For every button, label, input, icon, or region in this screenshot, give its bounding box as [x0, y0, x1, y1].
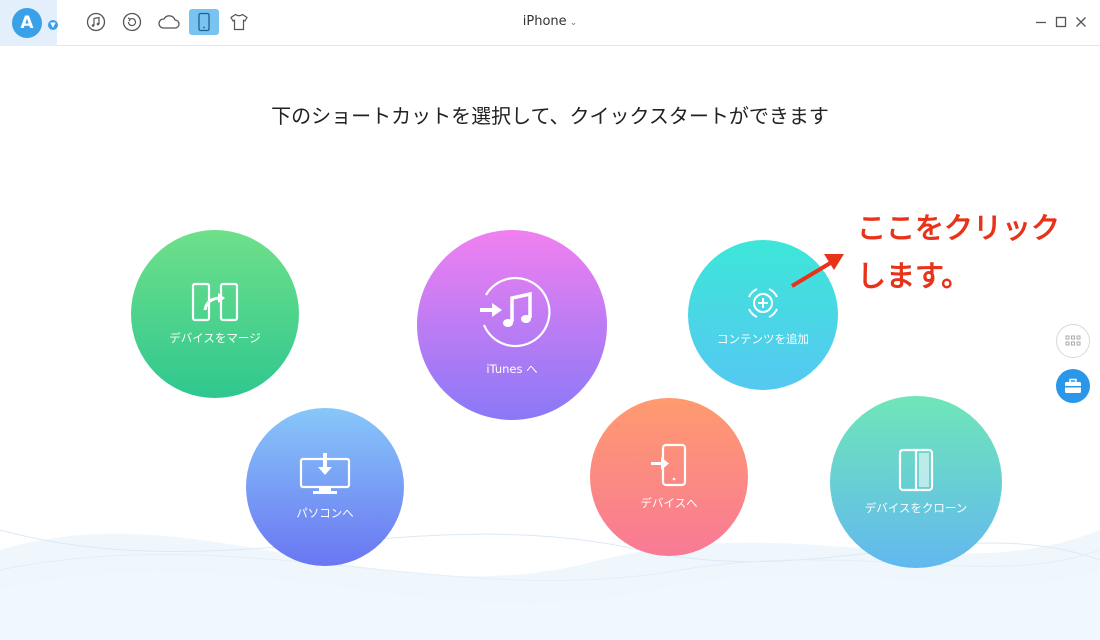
title-bar: A ▼ iPhone ⌄ — [0, 0, 1100, 46]
itunes-transfer-icon — [480, 276, 551, 348]
grid-icon — [1065, 335, 1081, 346]
toolbox-button[interactable] — [1056, 369, 1090, 403]
app-menu[interactable]: A ▼ — [0, 0, 58, 46]
device-selector[interactable]: iPhone ⌄ — [500, 14, 600, 29]
toolbox-icon — [1065, 378, 1081, 393]
maximize-icon[interactable] — [1053, 13, 1069, 31]
tshirt-icon[interactable] — [228, 11, 250, 33]
annotation-line2: します。 — [857, 259, 971, 293]
annotation-line1: ここをクリック — [857, 211, 1061, 245]
clone-icon — [898, 448, 934, 492]
annotation-arrow — [790, 254, 844, 288]
music-icon[interactable] — [85, 11, 107, 33]
restore-icon[interactable] — [121, 11, 143, 33]
computer-download-icon — [299, 453, 351, 494]
to-computer-button[interactable]: パソコンへ — [246, 408, 404, 566]
to-itunes-button[interactable]: iTunes へ — [417, 230, 607, 420]
app-logo[interactable]: A — [12, 8, 42, 38]
to-device-button[interactable]: デバイスへ — [590, 398, 748, 556]
clone-device-button[interactable]: デバイスをクローン — [830, 396, 1002, 568]
add-content-icon — [748, 288, 778, 318]
phone-transfer-icon — [651, 443, 687, 487]
merge-devices-button[interactable]: デバイスをマージ — [131, 230, 299, 398]
phone-icon[interactable] — [189, 9, 219, 35]
chevron-down-icon[interactable]: ▼ — [48, 20, 58, 30]
close-icon[interactable] — [1073, 13, 1089, 31]
add-content-label: コンテンツを追加 — [717, 332, 809, 346]
pc-label: パソコンへ — [296, 506, 354, 520]
device-label: デバイスへ — [640, 496, 698, 510]
minimize-icon[interactable] — [1033, 13, 1049, 31]
annotation-text: ここをクリック します。 — [857, 204, 1060, 300]
merge-label: デバイスをマージ — [169, 331, 261, 345]
page-headline: 下のショートカットを選択して、クイックスタートができます — [271, 104, 829, 128]
grid-button[interactable] — [1056, 324, 1090, 358]
cloud-icon[interactable] — [156, 11, 182, 33]
itunes-label: iTunes へ — [486, 362, 538, 376]
device-name[interactable]: iPhone — [523, 14, 567, 29]
chevron-down-icon[interactable]: ⌄ — [570, 18, 578, 28]
merge-icon — [191, 282, 239, 322]
clone-label: デバイスをクローン — [864, 501, 968, 515]
